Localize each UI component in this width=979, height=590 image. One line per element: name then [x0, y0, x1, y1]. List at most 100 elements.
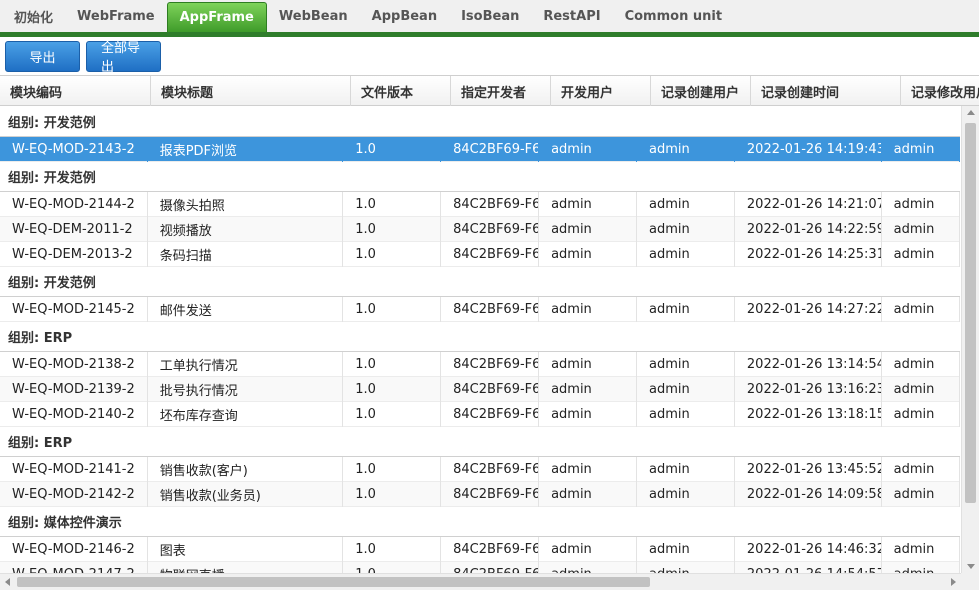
- cell-modifier: admin: [882, 376, 960, 402]
- column-header[interactable]: 指定开发者: [451, 76, 551, 106]
- cell-modifier: admin: [882, 401, 960, 427]
- cell-developer: 84C2BF69-F6B: [441, 241, 540, 267]
- horizontal-scroll-thumb[interactable]: [17, 577, 650, 587]
- cell-code: W-EQ-DEM-2013-2: [0, 241, 148, 267]
- cell-version: 1.0: [343, 351, 442, 377]
- cell-version: 1.0: [343, 191, 442, 217]
- cell-developer: 84C2BF69-F6B: [441, 456, 540, 482]
- column-header[interactable]: 记录创建时间: [751, 76, 901, 106]
- table-row[interactable]: W-EQ-MOD-2140-2坯布库存查询1.084C2BF69-F6Badmi…: [0, 401, 960, 427]
- table-row[interactable]: W-EQ-MOD-2139-2批号执行情况1.084C2BF69-F6Badmi…: [0, 376, 960, 402]
- cell-title: 坯布库存查询: [148, 401, 344, 427]
- cell-creator: admin: [637, 191, 735, 217]
- cell-title: 销售收款(业务员): [148, 481, 344, 507]
- cell-modifier: admin: [882, 241, 960, 267]
- table-row[interactable]: W-EQ-MOD-2144-2摄像头拍照1.084C2BF69-F6Badmin…: [0, 191, 960, 217]
- cell-version: 1.0: [343, 401, 442, 427]
- cell-created: 2022-01-26 14:25:31: [735, 241, 882, 267]
- tab-3[interactable]: WebBean: [267, 0, 360, 32]
- cell-code: W-EQ-MOD-2144-2: [0, 191, 148, 217]
- table-row[interactable]: W-EQ-MOD-2141-2销售收款(客户)1.084C2BF69-F6Bad…: [0, 456, 960, 482]
- vertical-scrollbar[interactable]: [961, 106, 979, 573]
- export-button[interactable]: 导出: [5, 40, 80, 72]
- group-header[interactable]: 组别: 媒体控件演示: [0, 507, 960, 537]
- cell-created: 2022-01-26 14:27:22: [735, 296, 882, 322]
- column-header[interactable]: 文件版本: [351, 76, 451, 106]
- vertical-scroll-thumb[interactable]: [965, 123, 976, 503]
- scroll-down-icon[interactable]: [967, 564, 975, 569]
- cell-creator: admin: [637, 136, 735, 162]
- table-row[interactable]: W-EQ-MOD-2143-2报表PDF浏览1.084C2BF69-F6Badm…: [0, 136, 960, 162]
- table-row[interactable]: W-EQ-MOD-2138-2工单执行情况1.084C2BF69-F6Badmi…: [0, 351, 960, 377]
- cell-modifier: admin: [882, 456, 960, 482]
- column-header[interactable]: 开发用户: [551, 76, 651, 106]
- group-header[interactable]: 组别: ERP: [0, 427, 960, 457]
- group-header[interactable]: 组别: 开发范例: [0, 267, 960, 297]
- cell-creator: admin: [637, 351, 735, 377]
- tab-6[interactable]: RestAPI: [531, 0, 612, 32]
- column-header[interactable]: 模块编码: [0, 76, 151, 106]
- tab-7[interactable]: Common unit: [613, 0, 734, 32]
- toolbar: 导出 全部导出: [0, 37, 979, 75]
- cell-created: 2022-01-26 14:46:32: [735, 536, 882, 562]
- table-row[interactable]: W-EQ-DEM-2013-2条码扫描1.084C2BF69-F6Badmina…: [0, 241, 960, 267]
- column-header[interactable]: 记录修改用户: [901, 76, 979, 106]
- column-header[interactable]: 模块标题: [151, 76, 351, 106]
- group-header[interactable]: 组别: 开发范例: [0, 162, 960, 192]
- cell-created: 2022-01-26 13:14:54: [735, 351, 882, 377]
- cell-dev-user: admin: [539, 351, 637, 377]
- cell-dev-user: admin: [539, 456, 637, 482]
- grid-body: 组别: 开发范例 W-EQ-MOD-2143-2 报表PDF浏览 1.0 84C2BF6…: [0, 107, 960, 576]
- cell-creator: admin: [637, 481, 735, 507]
- group-header[interactable]: 组别: ERP: [0, 322, 960, 352]
- cell-created: 2022-01-26 14:19:43: [735, 136, 882, 162]
- cell-creator: admin: [637, 536, 735, 562]
- tab-1[interactable]: WebFrame: [65, 0, 167, 32]
- cell-title: 图表: [148, 536, 344, 562]
- table-row[interactable]: W-EQ-MOD-2142-2销售收款(业务员)1.084C2BF69-F6Ba…: [0, 481, 960, 507]
- cell-version: 1.0: [343, 536, 442, 562]
- table-row[interactable]: W-EQ-MOD-2145-2邮件发送1.084C2BF69-F6Badmina…: [0, 296, 960, 322]
- scroll-up-icon[interactable]: [967, 110, 975, 115]
- scroll-left-icon[interactable]: [5, 578, 10, 586]
- cell-creator: admin: [637, 241, 735, 267]
- horizontal-scrollbar[interactable]: [0, 573, 961, 590]
- cell-title: 报表PDF浏览: [148, 136, 344, 162]
- cell-modifier: admin: [882, 536, 960, 562]
- scroll-right-icon[interactable]: [951, 578, 956, 586]
- export-all-button[interactable]: 全部导出: [86, 40, 161, 75]
- cell-title: 邮件发送: [148, 296, 344, 322]
- cell-dev-user: admin: [539, 241, 637, 267]
- cell-created: 2022-01-26 13:16:23: [735, 376, 882, 402]
- cell-modifier: admin: [882, 296, 960, 322]
- cell-developer: 84C2BF69-F6B: [441, 216, 540, 242]
- top-tab-bar: 初始化 WebFrame AppFrame WebBean AppBean IsoBean…: [0, 0, 979, 37]
- cell-code: W-EQ-MOD-2138-2: [0, 351, 148, 377]
- cell-created: 2022-01-26 13:18:15: [735, 401, 882, 427]
- cell-creator: admin: [637, 296, 735, 322]
- cell-dev-user: admin: [539, 376, 637, 402]
- column-header[interactable]: 记录创建用户: [651, 76, 751, 106]
- cell-creator: admin: [637, 401, 735, 427]
- tab-4[interactable]: AppBean: [360, 0, 449, 32]
- cell-developer: 84C2BF69-F6B: [441, 376, 540, 402]
- table-row[interactable]: W-EQ-MOD-2146-2图表1.084C2BF69-F6Badminadm…: [0, 536, 960, 562]
- cell-title: 视频播放: [148, 216, 344, 242]
- cell-created: 2022-01-26 14:09:58: [735, 481, 882, 507]
- scrollbar-corner: [961, 573, 979, 590]
- group-header[interactable]: 组别: 开发范例: [0, 107, 960, 137]
- cell-code: W-EQ-MOD-2146-2: [0, 536, 148, 562]
- grid-header: 模块编码模块标题文件版本指定开发者开发用户记录创建用户记录创建时间记录修改用户: [0, 76, 979, 106]
- cell-code: W-EQ-MOD-2143-2: [0, 136, 148, 162]
- tab-list: 初始化 WebFrame AppFrame WebBean AppBean IsoBean…: [0, 0, 979, 32]
- cell-modifier: admin: [882, 191, 960, 217]
- cell-developer: 84C2BF69-F6B: [441, 401, 540, 427]
- cell-title: 批号执行情况: [148, 376, 344, 402]
- cell-code: W-EQ-DEM-2011-2: [0, 216, 148, 242]
- table-row[interactable]: W-EQ-DEM-2011-2视频播放1.084C2BF69-F6Badmina…: [0, 216, 960, 242]
- cell-title: 销售收款(客户): [148, 456, 344, 482]
- tab-2[interactable]: AppFrame: [166, 2, 267, 32]
- cell-created: 2022-01-26 14:22:59: [735, 216, 882, 242]
- tab-5[interactable]: IsoBean: [449, 0, 531, 32]
- tab-0[interactable]: 初始化: [2, 0, 65, 32]
